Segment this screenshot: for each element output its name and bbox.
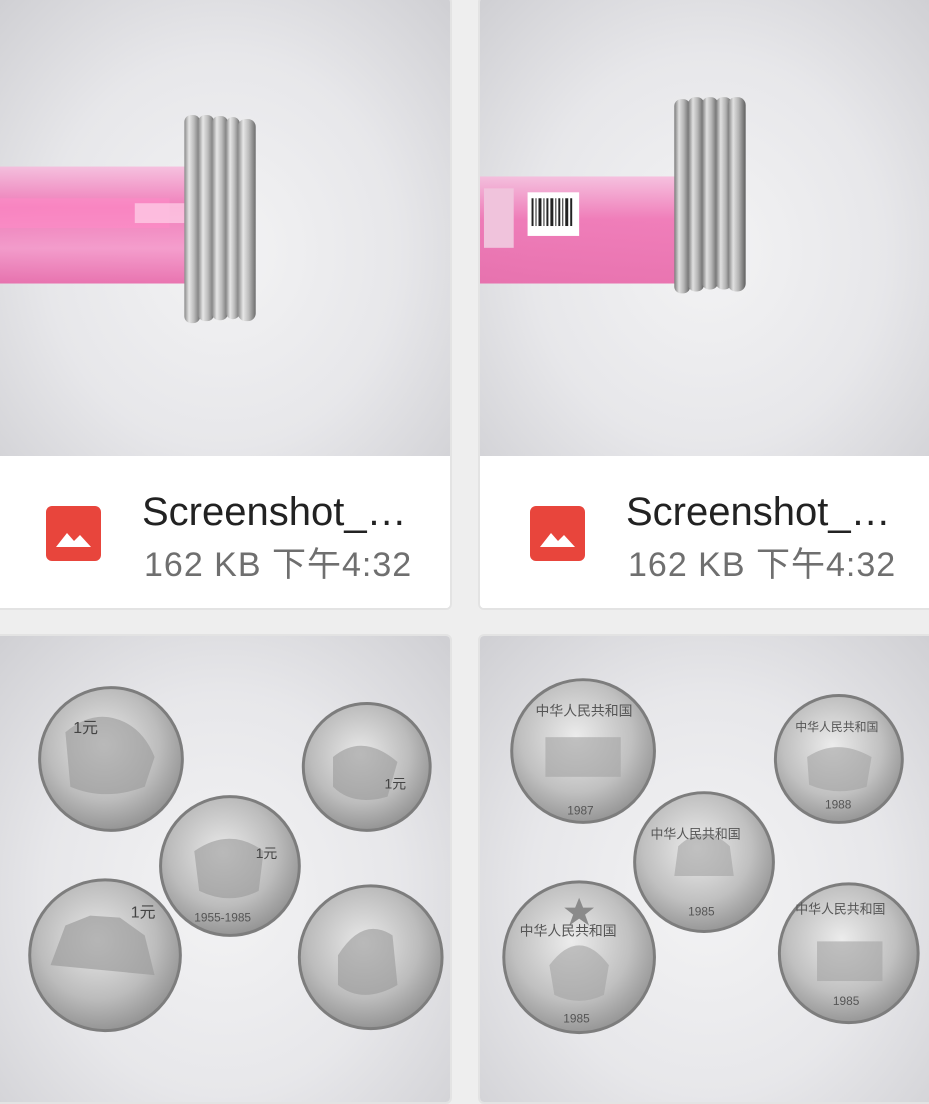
coin-year: 1985 xyxy=(563,1012,590,1026)
file-card[interactable]: Screenshot_stack_side_2.jpg 162 KB 下午4:3… xyxy=(478,0,929,610)
coin: 中华人民共和国 1985 xyxy=(777,882,920,1025)
coin-denomination: 1元 xyxy=(256,845,278,861)
coin: 中华人民共和国 1987 xyxy=(510,678,656,824)
coin xyxy=(297,884,444,1031)
file-card[interactable]: 中华人民共和国 1987 中华人民共和国 1988 中华人民共和国 1985 中… xyxy=(478,634,929,1104)
file-meta: 162 KB 下午4:32 xyxy=(628,546,897,584)
image-thumbnail[interactable] xyxy=(480,0,929,458)
coins-photo: 中华人民共和国 1987 中华人民共和国 1988 中华人民共和国 1985 中… xyxy=(502,678,920,1035)
coin-title: 中华人民共和国 xyxy=(651,827,741,842)
coin-year-range: 1955-1985 xyxy=(194,911,251,925)
file-meta: 162 KB 下午4:32 xyxy=(144,546,413,584)
image-file-icon xyxy=(530,506,585,561)
coin: 1元 1955-1985 xyxy=(159,795,301,937)
coin-year: 1988 xyxy=(825,798,852,812)
coin: 1元 xyxy=(28,878,182,1033)
coin-year: 1985 xyxy=(833,994,860,1008)
image-thumbnail[interactable] xyxy=(0,0,450,458)
image-thumbnail[interactable]: 1元 1元 1元 1955-1985 1元 xyxy=(0,636,450,1102)
coin: 中华人民共和国 1985 xyxy=(502,880,656,1035)
coin: 1元 xyxy=(38,686,184,832)
coin-denomination: 1元 xyxy=(73,720,98,737)
coin-year: 1987 xyxy=(567,803,593,817)
coin-stack xyxy=(674,97,746,294)
coin-year: 1985 xyxy=(688,905,715,919)
file-name[interactable]: Screenshot_stack_side_2.jpg xyxy=(626,488,896,536)
coin-denomination: 1元 xyxy=(385,776,407,792)
coin-stack-photo xyxy=(0,114,256,324)
coin-title: 中华人民共和国 xyxy=(795,903,885,918)
file-name[interactable]: Screenshot_stack_side_1.jpg xyxy=(142,488,412,536)
coins-photo: 1元 1元 1元 1955-1985 1元 xyxy=(28,686,444,1033)
coin-stack-photo xyxy=(480,97,746,294)
coin: 中华人民共和国 1988 xyxy=(773,694,904,824)
coin-title: 中华人民共和国 xyxy=(536,703,633,719)
file-info: Screenshot_stack_side_2.jpg 162 KB 下午4:3… xyxy=(480,456,929,608)
coin-title: 中华人民共和国 xyxy=(520,923,617,939)
image-file-icon xyxy=(46,506,101,561)
coin-stack xyxy=(184,114,256,324)
coin-denomination: 1元 xyxy=(131,905,156,922)
file-card[interactable]: 1元 1元 1元 1955-1985 1元 xyxy=(0,634,452,1104)
file-card[interactable]: Screenshot_stack_side_1.jpg 162 KB 下午4:3… xyxy=(0,0,452,610)
coin: 1元 xyxy=(301,701,432,832)
coin-title: 中华人民共和国 xyxy=(795,720,878,734)
image-thumbnail[interactable]: 中华人民共和国 1987 中华人民共和国 1988 中华人民共和国 1985 中… xyxy=(480,636,929,1102)
coin: 中华人民共和国 1985 xyxy=(633,791,775,933)
file-info: Screenshot_stack_side_1.jpg 162 KB 下午4:3… xyxy=(0,456,450,608)
